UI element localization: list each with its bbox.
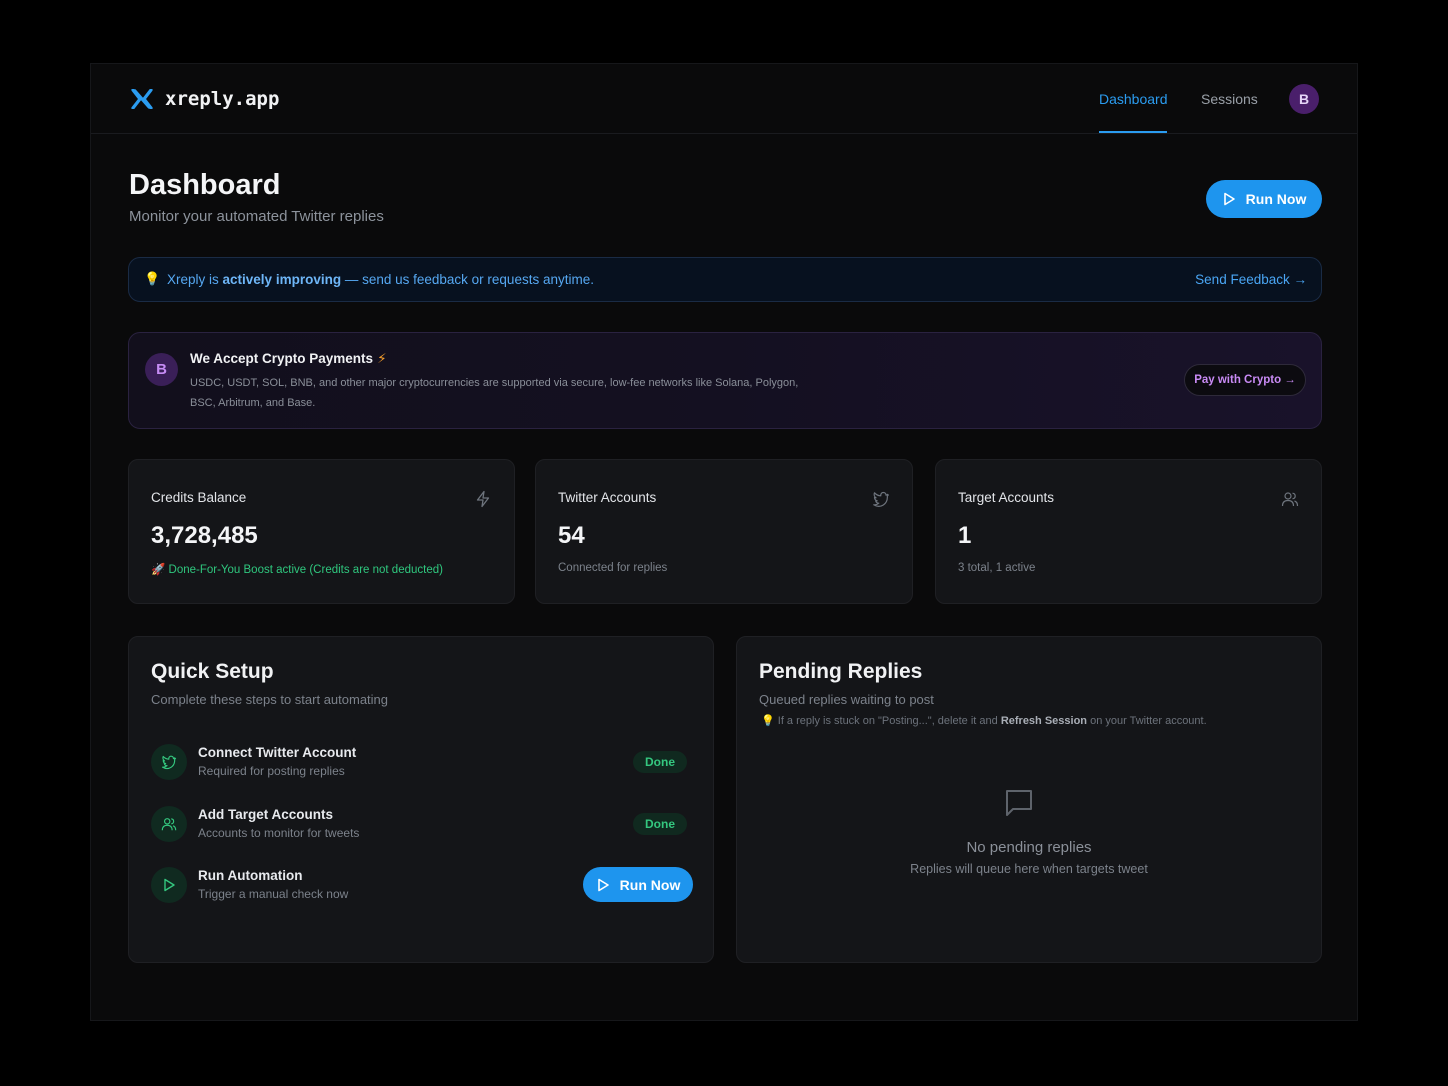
tip-bold: Refresh Session — [1000, 715, 1088, 727]
done-badge: Done — [633, 751, 687, 773]
empty-state-title: No pending replies — [966, 839, 1092, 856]
boost-status: 🚀 Done-For-You Boost active (Credits are… — [151, 564, 443, 576]
done-badge: Done — [633, 813, 687, 835]
send-feedback-link[interactable]: Send Feedback → — [1195, 272, 1307, 287]
play-icon — [1223, 192, 1235, 206]
panel-title: Quick Setup — [151, 660, 274, 683]
stat-value: 3,728,485 — [151, 522, 258, 549]
setup-step-add-targets: Add Target Accounts Accounts to monitor … — [151, 804, 691, 844]
message-icon — [1006, 790, 1032, 816]
stat-note: Connected for replies — [558, 562, 668, 574]
page-title: Dashboard — [129, 169, 281, 201]
step-description: Required for posting replies — [198, 764, 345, 778]
users-icon — [151, 806, 187, 842]
pending-replies-panel: Pending Replies Queued replies waiting t… — [736, 636, 1322, 963]
banner-emphasis: actively improving — [222, 272, 342, 287]
feedback-banner: 💡 Xreply is actively improving — send us… — [128, 257, 1322, 302]
stat-value: 1 — [958, 522, 972, 549]
top-nav: xreply.app Dashboard Sessions B — [91, 64, 1357, 134]
play-icon — [597, 878, 609, 891]
x-logo-icon — [131, 89, 153, 109]
panel-subtitle: Complete these steps to start automating — [151, 692, 389, 707]
crypto-description: USDC, USDT, SOL, BNB, and other major cr… — [190, 377, 799, 409]
crypto-badge: B — [145, 353, 178, 386]
target-accounts-card: Target Accounts 1 3 total, 1 active — [935, 459, 1322, 604]
page-subtitle: Monitor your automated Twitter replies — [129, 208, 384, 225]
tip-lead: If a reply is stuck on "Posting...", del… — [777, 715, 998, 727]
brand[interactable]: xreply.app — [131, 88, 279, 110]
step-title: Add Target Accounts — [198, 807, 334, 822]
twitter-bird-icon — [151, 744, 187, 780]
step-title: Connect Twitter Account — [198, 745, 357, 760]
stat-label: Twitter Accounts — [558, 490, 657, 505]
twitter-accounts-card: Twitter Accounts 54 Connected for replie… — [535, 459, 913, 604]
users-icon — [1281, 492, 1299, 507]
pending-tip: 💡 If a reply is stuck on "Posting...", d… — [761, 714, 1207, 727]
run-now-label: Run Now — [1245, 191, 1307, 207]
brand-name: xreply.app — [165, 88, 280, 110]
avatar[interactable]: B — [1289, 84, 1319, 114]
nav-sessions[interactable]: Sessions — [1201, 91, 1258, 107]
setup-step-run-automation: Run Automation Trigger a manual check no… — [151, 865, 693, 905]
crypto-title-text: We Accept Crypto Payments — [190, 351, 374, 366]
empty-state-subtitle: Replies will queue here when targets twe… — [910, 862, 1148, 876]
stat-label: Credits Balance — [151, 490, 247, 505]
nav-active-indicator — [1099, 131, 1167, 133]
banner-tail: — send us feedback or requests anytime. — [344, 272, 594, 287]
play-icon — [151, 867, 187, 903]
lightbulb-icon: 💡 — [761, 715, 775, 727]
step-description: Accounts to monitor for tweets — [198, 826, 360, 840]
stat-label: Target Accounts — [958, 490, 1055, 505]
nav-dashboard[interactable]: Dashboard — [1099, 91, 1168, 107]
pay-with-crypto-button[interactable]: Pay with Crypto → — [1184, 364, 1306, 396]
banner-text: Xreply is actively improving — send us f… — [167, 272, 594, 287]
lightning-icon: ⚡ — [377, 351, 387, 366]
run-now-button[interactable]: Run Now — [583, 867, 693, 902]
panel-subtitle: Queued replies waiting to post — [759, 692, 934, 707]
step-title: Run Automation — [198, 868, 303, 883]
panel-title: Pending Replies — [759, 660, 923, 683]
run-now-button[interactable]: Run Now — [1206, 180, 1322, 218]
stat-value: 54 — [558, 522, 585, 549]
stat-note: 3 total, 1 active — [958, 562, 1036, 574]
twitter-bird-icon — [873, 491, 890, 507]
setup-step-connect-twitter: Connect Twitter Account Required for pos… — [151, 742, 691, 782]
crypto-title: We Accept Crypto Payments ⚡ — [190, 351, 387, 367]
lightning-icon — [476, 490, 490, 508]
credits-balance-card: Credits Balance 3,728,485 🚀 Done-For-You… — [128, 459, 515, 604]
lightbulb-icon: 💡 — [144, 271, 161, 286]
crypto-payments-card: B We Accept Crypto Payments ⚡ USDC, USDT,… — [128, 332, 1322, 429]
step-description: Trigger a manual check now — [198, 887, 349, 901]
quick-setup-panel: Quick Setup Complete these steps to star… — [128, 636, 714, 963]
run-now-label: Run Now — [619, 876, 681, 893]
app-window: xreply.app Dashboard Sessions B Dashboar… — [90, 63, 1358, 1021]
banner-lead: Xreply is — [167, 272, 219, 287]
tip-tail: on your Twitter account. — [1090, 715, 1207, 727]
